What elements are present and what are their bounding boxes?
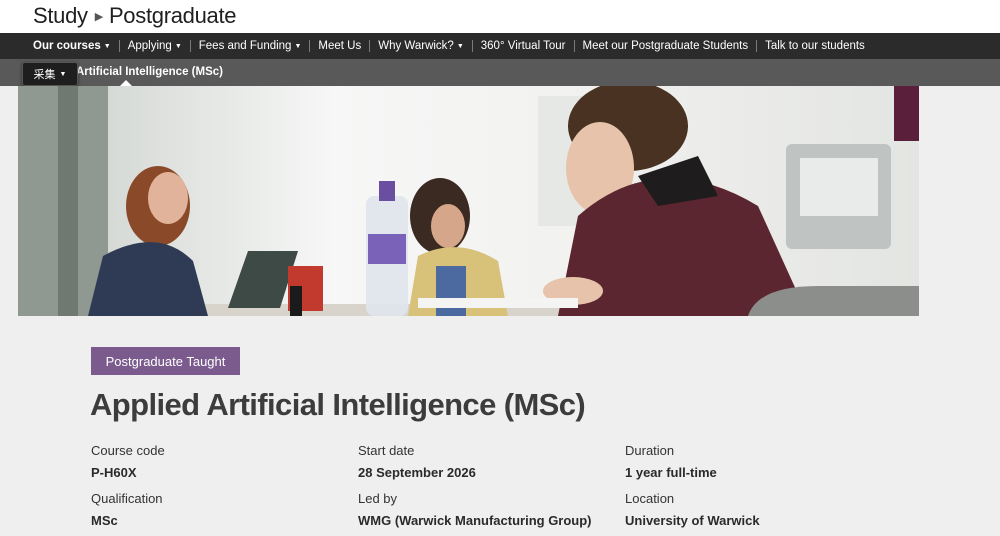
nav-divider <box>471 40 473 52</box>
caret-down-icon: ▼ <box>294 42 302 50</box>
nav-divider <box>756 40 758 52</box>
caret-down-icon: ▼ <box>456 42 464 50</box>
breadcrumb-study[interactable]: Study <box>33 3 88 29</box>
course-title: Applied Artificial Intelligence (MSc) <box>90 387 586 422</box>
sub-nav: Artificial Intelligence (MSc) <box>0 59 1000 86</box>
nav-label: Meet Us <box>318 40 362 52</box>
course-type-badge: Postgraduate Taught <box>91 347 240 375</box>
qualification-block: Qualification MSc <box>91 491 163 528</box>
nav-item-virtual-tour[interactable]: 360° Virtual Tour <box>481 40 566 52</box>
duration-block: Duration 1 year full-time <box>625 443 717 480</box>
nav-label: Applying <box>127 40 172 52</box>
location-label: Location <box>625 491 675 506</box>
nav-label: Talk to our students <box>765 40 865 52</box>
nav-item-meet-us[interactable]: Meet Us <box>318 40 361 52</box>
nav-item-fees-and-funding[interactable]: Fees and Funding ▼ <box>199 40 302 52</box>
course-code-block: Course code P-H60X <box>91 443 165 480</box>
course-code-value: P-H60X <box>91 465 137 480</box>
location-block: Location University of Warwick <box>625 491 760 528</box>
main-nav: Our courses ▼ Applying ▼ Fees and Funding ▼… <box>0 33 1000 59</box>
course-code-label: Course code <box>91 443 165 458</box>
students-studying-photo-icon <box>18 86 919 316</box>
nav-divider <box>369 40 371 52</box>
led-by-value: WMG (Warwick Manufacturing Group) <box>358 513 592 528</box>
location-value: University of Warwick <box>625 513 760 528</box>
nav-item-talk-to-students[interactable]: Talk to our students <box>765 40 865 52</box>
subnav-course-title[interactable]: Artificial Intelligence (MSc) <box>76 66 223 78</box>
site-header: Study ▶ Postgraduate <box>0 0 1000 33</box>
collect-label: 采集 <box>33 69 56 81</box>
nav-label: Our courses <box>33 40 101 52</box>
caret-down-icon: ▼ <box>174 42 182 50</box>
duration-value: 1 year full-time <box>625 465 717 480</box>
qualification-value: MSc <box>91 513 118 528</box>
nav-label: Fees and Funding <box>198 40 292 52</box>
nav-item-applying[interactable]: Applying ▼ <box>128 40 182 52</box>
nav-divider <box>189 40 191 52</box>
breadcrumb: Study ▶ Postgraduate <box>33 3 237 29</box>
duration-label: Duration <box>625 443 675 458</box>
nav-divider <box>118 40 120 52</box>
start-date-value: 28 September 2026 <box>358 465 476 480</box>
led-by-block: Led by WMG (Warwick Manufacturing Group) <box>358 491 592 528</box>
nav-divider <box>309 40 311 52</box>
qualification-label: Qualification <box>91 491 163 506</box>
breadcrumb-postgraduate[interactable]: Postgraduate <box>109 3 237 29</box>
nav-label: Meet our Postgraduate Students <box>582 40 749 52</box>
nav-label: 360° Virtual Tour <box>480 40 566 52</box>
nav-divider <box>573 40 575 52</box>
caret-down-icon: ▼ <box>59 70 67 78</box>
nav-item-meet-students[interactable]: Meet our Postgraduate Students <box>583 40 749 52</box>
triangle-right-icon: ▶ <box>94 10 103 23</box>
start-date-label: Start date <box>358 443 415 458</box>
hero-image <box>18 86 919 316</box>
led-by-label: Led by <box>358 491 398 506</box>
collect-button[interactable]: 采集 ▼ <box>22 62 78 86</box>
nav-label: Why Warwick? <box>378 40 454 52</box>
nav-item-why-warwick[interactable]: Why Warwick? ▼ <box>378 40 464 52</box>
caret-down-icon: ▼ <box>103 42 111 50</box>
start-date-block: Start date 28 September 2026 <box>358 443 476 480</box>
nav-item-our-courses[interactable]: Our courses ▼ <box>33 40 111 52</box>
